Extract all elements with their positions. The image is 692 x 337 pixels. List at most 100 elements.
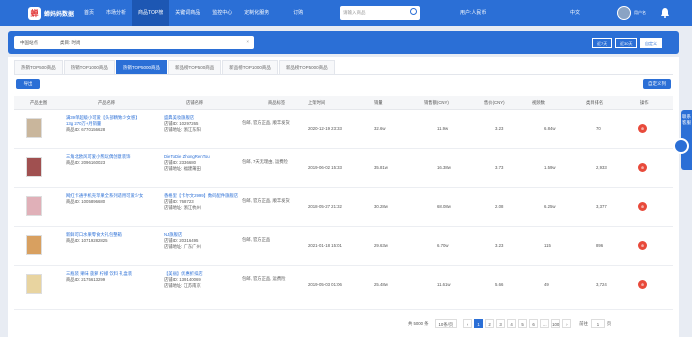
category-rank: 70 — [596, 126, 601, 131]
action-button[interactable]: ⊕ — [638, 163, 647, 172]
product-tags: 包邮, 官方正品, 运费险 — [242, 276, 286, 281]
range-custom-button[interactable]: 自定义 — [640, 38, 662, 48]
nav-home[interactable]: 首页 — [78, 0, 100, 26]
page-ellipsis[interactable]: … — [540, 319, 550, 328]
export-button[interactable]: 导出 — [16, 79, 40, 89]
tab-divider — [14, 74, 673, 75]
range-7days-button[interactable]: 近7天 — [592, 38, 613, 48]
category-filter[interactable]: 中国站点 类目: 时尚 × — [14, 36, 254, 49]
column-header[interactable]: 上架时间 — [308, 96, 325, 110]
column-header: 产品主图 — [30, 100, 48, 105]
product-thumbnail[interactable] — [26, 274, 42, 294]
goto-label: 前往 — [579, 320, 588, 326]
column-header[interactable]: 视频数 — [532, 96, 545, 110]
product-id: 商品ID: 6770156628 — [66, 127, 106, 132]
revenue-value: 16.38w — [437, 165, 451, 170]
bell-icon[interactable] — [660, 7, 670, 18]
revenue-value: 6.70w — [437, 243, 449, 248]
custom-columns-button[interactable]: 自定义列 — [643, 79, 671, 89]
column-header: 操作 — [640, 100, 649, 105]
nav-monitor[interactable]: 监控中心 — [206, 0, 238, 26]
product-name[interactable]: 满39单超级小可爱【头部精致少女感】13g 270万+月销量 — [66, 115, 146, 127]
table-header: 产品主图 产品名称 店铺名称 商品标签 上架时间 销量 销售额(CNY) 售价(… — [14, 96, 673, 110]
sales-value: 30.28w — [374, 204, 388, 209]
tab-new-500[interactable]: 新品榜TOP500商品 — [168, 60, 222, 74]
page-number[interactable]: 2 — [485, 319, 495, 328]
price-value: 3.73 — [495, 165, 504, 170]
action-button[interactable]: ⊕ — [638, 124, 647, 133]
language-selector[interactable]: 中文 — [570, 0, 580, 26]
sales-value: 35.81w — [374, 165, 388, 170]
product-thumbnail[interactable] — [26, 157, 42, 177]
product-thumbnail[interactable] — [26, 196, 42, 216]
tab-hot-500[interactable]: 热销TOP500商品 — [14, 60, 63, 74]
search-placeholder: 请输入商品 — [343, 10, 366, 15]
main-nav: 首页 市场分析 商品TOP榜 关键词商品 监控中心 定制化服务 订购 — [78, 0, 309, 26]
price-value: 5.66 — [495, 282, 504, 287]
category-rank: 896 — [596, 243, 604, 248]
nav-keyword[interactable]: 关键词商品 — [169, 0, 206, 26]
tab-hot-5000[interactable]: 热销TOP5000商品 — [115, 60, 168, 74]
listing-date: 2019-06-02 15:33 — [308, 165, 342, 170]
logo-text: 蝉妈妈数据 — [44, 11, 75, 18]
nav-top-products[interactable]: 商品TOP榜 — [132, 0, 170, 26]
page-number[interactable]: 3 — [496, 319, 506, 328]
clear-icon[interactable]: × — [246, 39, 249, 44]
username[interactable]: 用户名 — [634, 0, 646, 26]
column-header[interactable]: 售价(CNY) — [484, 96, 505, 110]
action-button[interactable]: ⊕ — [638, 202, 647, 211]
filter-tag-category: 类目: 时尚 — [60, 39, 81, 45]
product-id: 商品ID: 10719282825 — [66, 238, 108, 243]
column-header[interactable]: 销售额(CNY) — [424, 96, 449, 110]
video-count: 49 — [544, 282, 549, 287]
price-value: 3.23 — [495, 243, 504, 248]
price-value: 3.23 — [495, 126, 504, 131]
range-30days-button[interactable]: 近30天 — [615, 38, 638, 48]
sales-value: 32.6w — [374, 126, 386, 131]
goto-page-input[interactable]: 1 — [590, 319, 605, 328]
table-row: 三角北欧风可爱小熊玩偶创意装饰 商品ID: 2096160023 DieToDi… — [14, 149, 673, 188]
tab-hot-1000[interactable]: 热销TOP1000商品 — [63, 60, 115, 74]
column-header[interactable]: 销量 — [374, 96, 383, 110]
nav-custom-service[interactable]: 定制化服务 — [238, 0, 275, 26]
chat-icon[interactable] — [673, 138, 689, 154]
shop-region: 店铺地址: 江苏南京 — [164, 283, 201, 288]
page-number[interactable]: 1 — [474, 319, 484, 328]
column-header: 店铺名称 — [186, 100, 204, 105]
total-count: 共 5000 条 — [408, 320, 429, 326]
page-number[interactable]: 6 — [529, 319, 539, 328]
listing-date: 2019-05-03 01:06 — [308, 282, 342, 287]
video-count: 6.25w — [544, 204, 556, 209]
pagination: 共 5000 条 10条/页 ‹ 1 2 3 4 5 6 … 100 › 前往 … — [408, 319, 611, 328]
page-unit-label: 页 — [606, 320, 612, 326]
product-id: 商品ID: 2175613299 — [66, 277, 106, 282]
search-input[interactable]: 请输入商品 — [340, 6, 420, 20]
avatar[interactable] — [617, 6, 631, 20]
nav-market[interactable]: 市场分析 — [100, 0, 132, 26]
product-thumbnail[interactable] — [26, 235, 42, 255]
next-page-button[interactable]: › — [562, 319, 572, 328]
action-button[interactable]: ⊕ — [638, 280, 647, 289]
product-thumbnail[interactable] — [26, 118, 42, 138]
nav-subscribe[interactable]: 订购 — [287, 0, 309, 26]
table-row: 网红卡通手机壳苹果全系列适用可爱少女 商品ID: 1005896680 香格里【… — [14, 188, 673, 227]
page-size-select[interactable]: 10条/页 — [434, 319, 458, 328]
page-number[interactable]: 4 — [507, 319, 517, 328]
filter-tag-site: 中国站点 — [20, 39, 38, 45]
tab-new-5000[interactable]: 新品榜TOP5000商品 — [278, 60, 335, 74]
column-header[interactable]: 类目排名 — [586, 96, 603, 110]
revenue-value: 68.08w — [437, 204, 451, 209]
page-number[interactable]: 5 — [518, 319, 528, 328]
column-header: 产品名称 — [98, 100, 116, 105]
currency-selector[interactable]: 用户:人民币 — [460, 0, 486, 26]
product-tags: 包邮, 官方正品, 顺丰发货 — [242, 120, 290, 125]
action-button[interactable]: ⊕ — [638, 241, 647, 250]
logo[interactable]: 蝉 蝉妈妈数据 — [28, 6, 78, 20]
prev-page-button[interactable]: ‹ — [463, 319, 473, 328]
tab-new-1000[interactable]: 新品榜TOP1000商品 — [222, 60, 278, 74]
search-icon[interactable] — [410, 8, 417, 15]
table-row: 三瓶装 果味 菠萝 柠檬 饮料 礼盒装 商品ID: 2175613299 【美丽… — [14, 266, 673, 310]
top-nav-bar: 蝉 蝉妈妈数据 首页 市场分析 商品TOP榜 关键词商品 监控中心 定制化服务 … — [0, 0, 692, 26]
page-number[interactable]: 100 — [551, 319, 561, 328]
column-header[interactable]: 商品标签 — [268, 96, 285, 110]
